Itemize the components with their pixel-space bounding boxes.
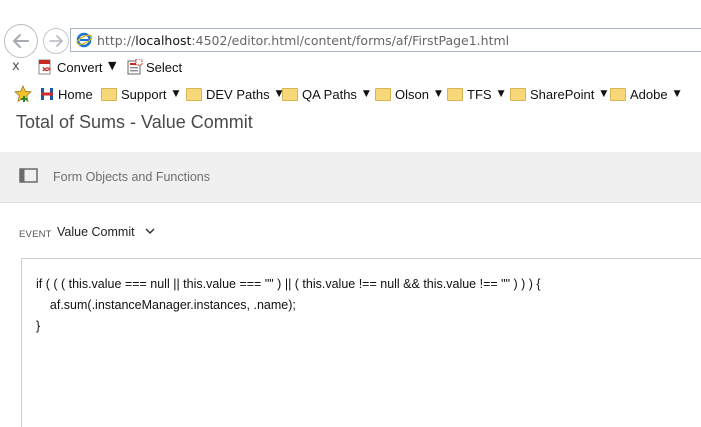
bookmark-label: Support: [121, 86, 167, 102]
back-button[interactable]: [4, 24, 38, 58]
folder-icon: [186, 87, 202, 101]
navigation-row: http://localhost:4502/editor.html/conten…: [0, 22, 701, 58]
code-editor[interactable]: if ( ( ( this.value === null || this.val…: [21, 258, 701, 427]
event-selected-value: Value Commit: [57, 225, 135, 239]
convert-dropdown-caret[interactable]: ▼: [108, 59, 116, 72]
pdf-convert-icon: [38, 59, 51, 75]
side-panel-icon[interactable]: [19, 168, 38, 183]
code-line: af.sum(.instanceManager.instances, .name…: [36, 298, 296, 312]
folder-icon: [447, 87, 463, 101]
arrow-left-icon: [13, 34, 29, 48]
dropdown-caret: ▼: [362, 89, 370, 99]
bookmark-label: TFS: [467, 86, 492, 102]
dropdown-caret: ▼: [434, 89, 442, 99]
convert-button[interactable]: Convert: [38, 58, 103, 76]
home-site-icon: [41, 88, 53, 100]
event-dropdown[interactable]: Value Commit: [57, 225, 155, 239]
bookmark-folder-tfs[interactable]: TFS ▼: [447, 84, 504, 104]
form-objects-label: Form Objects and Functions: [53, 170, 211, 184]
dropdown-caret: ▼: [172, 89, 180, 99]
form-objects-toggle[interactable]: Form Objects and Functions: [0, 152, 701, 203]
select-button[interactable]: Select: [127, 58, 182, 76]
url-prefix: http://: [97, 33, 136, 48]
bookmark-label: DEV Paths: [206, 86, 270, 102]
internet-explorer-icon: [76, 32, 92, 48]
forward-button[interactable]: [43, 28, 69, 54]
code-line: if ( ( ( this.value === null || this.val…: [36, 277, 541, 291]
dropdown-caret: ▼: [497, 89, 505, 99]
bookmark-folder-qa-paths[interactable]: QA Paths ▼: [282, 84, 370, 104]
bookmark-label: QA Paths: [302, 86, 357, 102]
dropdown-caret: ▼: [673, 89, 681, 99]
favorites-bar: Home Support ▼ DEV Paths ▼ QA Paths ▼ Ol…: [0, 82, 701, 106]
address-bar[interactable]: http://localhost:4502/editor.html/conten…: [70, 28, 701, 52]
code-line: }: [36, 319, 41, 333]
url-host: localhost: [135, 33, 192, 48]
bookmark-label: SharePoint: [530, 86, 595, 102]
select-label: Select: [146, 59, 183, 75]
bookmark-folder-support[interactable]: Support ▼: [101, 84, 179, 104]
pdf-select-icon: [127, 59, 143, 75]
close-toolbar-button[interactable]: x: [12, 59, 20, 74]
folder-icon: [610, 87, 626, 101]
bookmark-label: Adobe: [630, 86, 668, 102]
bookmark-home[interactable]: Home: [40, 84, 93, 104]
pdf-toolbar: x Convert ▼ Select: [0, 57, 701, 79]
folder-icon: [101, 87, 117, 101]
convert-label: Convert: [57, 59, 103, 75]
url-path: :4502/editor.html/content/forms/af/First…: [191, 33, 510, 48]
bookmark-folder-dev-paths[interactable]: DEV Paths ▼: [186, 84, 283, 104]
dropdown-caret: ▼: [600, 89, 608, 99]
bookmark-folder-olson[interactable]: Olson ▼: [375, 84, 442, 104]
event-label: EVENT: [19, 229, 52, 240]
url-text[interactable]: http://localhost:4502/editor.html/conten…: [97, 33, 509, 48]
arrow-right-icon: [49, 35, 63, 47]
folder-icon: [375, 87, 391, 101]
browser-chrome: http://localhost:4502/editor.html/conten…: [0, 0, 701, 108]
bookmark-label: Home: [58, 86, 93, 102]
bookmark-folder-sharepoint[interactable]: SharePoint ▼: [510, 84, 607, 104]
folder-icon: [510, 87, 526, 101]
bookmark-label: Olson: [395, 86, 429, 102]
page-title: Total of Sums - Value Commit: [16, 112, 253, 132]
chevron-down-icon: [145, 227, 155, 234]
favorites-star-icon[interactable]: [14, 85, 32, 103]
folder-icon: [282, 87, 298, 101]
bookmark-folder-adobe[interactable]: Adobe ▼: [610, 84, 681, 104]
